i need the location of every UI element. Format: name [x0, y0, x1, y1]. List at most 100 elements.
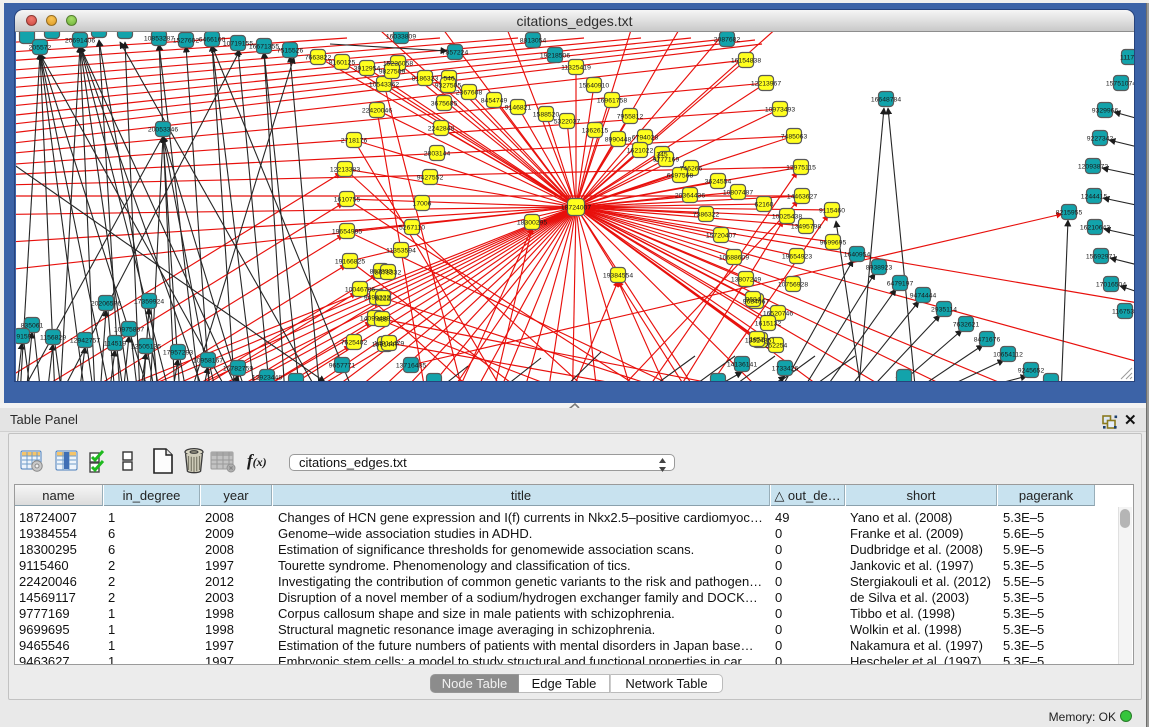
- svg-text:11172: 11172: [1120, 55, 1134, 62]
- svg-text:14914479: 14914479: [374, 341, 404, 348]
- svg-text:1167533: 1167533: [1112, 309, 1134, 316]
- svg-text:7857224: 7857224: [442, 50, 469, 57]
- svg-text:12975115: 12975115: [786, 165, 816, 172]
- svg-text:9227342: 9227342: [1087, 136, 1114, 143]
- svg-text:746266: 746266: [680, 166, 703, 173]
- svg-text:8454749: 8454749: [481, 98, 508, 105]
- svg-text:17006: 17006: [413, 201, 432, 208]
- svg-text:12942757: 12942757: [70, 338, 100, 345]
- svg-text:20053346: 20053346: [148, 127, 178, 134]
- svg-text:20364436: 20364436: [675, 193, 705, 200]
- svg-text:14136141: 14136141: [727, 362, 757, 369]
- svg-text:7663822: 7663822: [305, 55, 332, 62]
- svg-text:12923448: 12923448: [252, 375, 282, 382]
- svg-text:1615132: 1615132: [755, 321, 782, 328]
- svg-text:6794028: 6794028: [632, 135, 659, 142]
- svg-text:39159: 39159: [16, 334, 32, 341]
- svg-text:8938923: 8938923: [866, 265, 893, 272]
- svg-text:1244415: 1244415: [1081, 194, 1108, 201]
- svg-text:15692971: 15692971: [1086, 254, 1116, 261]
- svg-text:15720407: 15720407: [706, 233, 736, 240]
- svg-text:20206576: 20206576: [91, 301, 121, 308]
- svg-text:1610755: 1610755: [334, 197, 361, 204]
- svg-text:1588520: 1588520: [533, 112, 560, 119]
- svg-text:2087682: 2087682: [714, 37, 741, 44]
- svg-text:10046786: 10046786: [345, 287, 375, 294]
- svg-text:12505135: 12505135: [131, 344, 161, 351]
- svg-text:15751074: 15751074: [1106, 81, 1134, 88]
- svg-text:15640910: 15640910: [579, 83, 609, 90]
- svg-text:19384554: 19384554: [603, 273, 633, 280]
- svg-text:7485063: 7485063: [781, 134, 808, 141]
- svg-text:5267110: 5267110: [399, 225, 425, 232]
- svg-text:1852: 1852: [749, 337, 764, 344]
- svg-text:205572: 205572: [29, 45, 52, 52]
- svg-text:9777169: 9777169: [653, 157, 680, 164]
- svg-text:9146821: 9146821: [505, 105, 532, 112]
- svg-text:6497568: 6497568: [667, 173, 694, 180]
- svg-text:9427552: 9427552: [417, 175, 444, 182]
- svg-text:17957293: 17957293: [163, 350, 193, 357]
- svg-text:546: 546: [443, 76, 455, 83]
- svg-text:8990448: 8990448: [605, 137, 632, 144]
- svg-text:9245652: 9245652: [1018, 368, 1045, 375]
- svg-text:6479197: 6479197: [887, 281, 914, 288]
- svg-text:10654112: 10654112: [993, 352, 1023, 359]
- svg-text:10688609: 10688609: [719, 255, 749, 262]
- svg-text:8215955: 8215955: [1056, 210, 1083, 217]
- svg-text:22420046: 22420046: [362, 108, 392, 115]
- svg-text:7632621: 7632621: [953, 322, 980, 329]
- svg-text:12213967: 12213967: [751, 81, 781, 88]
- svg-text:8222: 8222: [375, 296, 390, 303]
- svg-text:7625402: 7625402: [341, 340, 368, 347]
- svg-text:62160: 62160: [755, 202, 774, 209]
- svg-text:5322037: 5322037: [554, 119, 581, 126]
- svg-text:6466160: 6466160: [199, 37, 226, 44]
- svg-text:7955812: 7955812: [617, 114, 644, 121]
- svg-text:8471676: 8471676: [974, 337, 1001, 344]
- svg-text:835061: 835061: [21, 323, 44, 330]
- svg-text:16782759: 16782759: [223, 366, 253, 373]
- svg-text:20691406: 20691406: [65, 38, 95, 45]
- svg-text:114519: 114519: [104, 341, 126, 348]
- svg-text:15226058: 15226058: [383, 61, 413, 68]
- svg-text:9657771: 9657771: [329, 363, 356, 370]
- svg-text:9684: 9684: [745, 297, 760, 304]
- svg-text:13495798: 13495798: [791, 224, 821, 231]
- svg-text:13716485: 13716485: [396, 363, 426, 370]
- svg-text:16033809: 16033809: [386, 34, 416, 41]
- svg-text:19654923: 19654923: [782, 254, 812, 261]
- svg-text:2367608: 2367608: [456, 90, 483, 97]
- svg-text:8813054: 8813054: [520, 38, 547, 45]
- svg-text:9827509: 9827509: [379, 69, 406, 76]
- svg-text:252254: 252254: [765, 343, 788, 350]
- svg-text:10975867: 10975867: [114, 327, 144, 334]
- svg-text:9699695: 9699695: [820, 240, 847, 247]
- svg-text:19166825: 19166825: [335, 259, 365, 266]
- svg-text:7386322: 7386322: [693, 212, 720, 219]
- svg-text:17359924: 17359924: [134, 299, 164, 306]
- svg-text:11353594: 11353594: [386, 248, 416, 255]
- svg-text:17016504: 17016504: [1096, 282, 1126, 289]
- svg-text:3675685: 3675685: [431, 101, 458, 108]
- svg-text:8186323: 8186323: [412, 76, 439, 83]
- svg-text:8678332: 8678332: [375, 270, 402, 277]
- svg-text:1156829: 1156829: [40, 335, 66, 342]
- svg-text:16210643: 16210643: [1080, 225, 1110, 232]
- svg-text:2935114: 2935114: [931, 307, 957, 314]
- svg-text:8160125: 8160125: [329, 60, 356, 67]
- svg-text:12213383: 12213383: [330, 167, 360, 174]
- svg-text:2718176: 2718176: [341, 138, 368, 145]
- svg-text:2803144: 2803144: [424, 151, 451, 158]
- svg-text:10807487: 10807487: [723, 190, 753, 197]
- svg-text:12093872: 12093872: [1078, 164, 1108, 171]
- svg-text:3912954: 3912954: [354, 66, 381, 73]
- svg-text:1362615: 1362615: [582, 128, 609, 135]
- svg-text:16671355: 16671355: [249, 44, 279, 51]
- svg-text:1621022: 1621022: [627, 148, 654, 155]
- svg-text:19654985: 19654985: [332, 229, 362, 236]
- svg-text:16520746: 16520746: [763, 311, 793, 318]
- svg-text:1640954: 1640954: [844, 252, 871, 259]
- svg-text:10958167: 10958167: [193, 358, 223, 365]
- svg-text:14463627: 14463627: [787, 194, 817, 201]
